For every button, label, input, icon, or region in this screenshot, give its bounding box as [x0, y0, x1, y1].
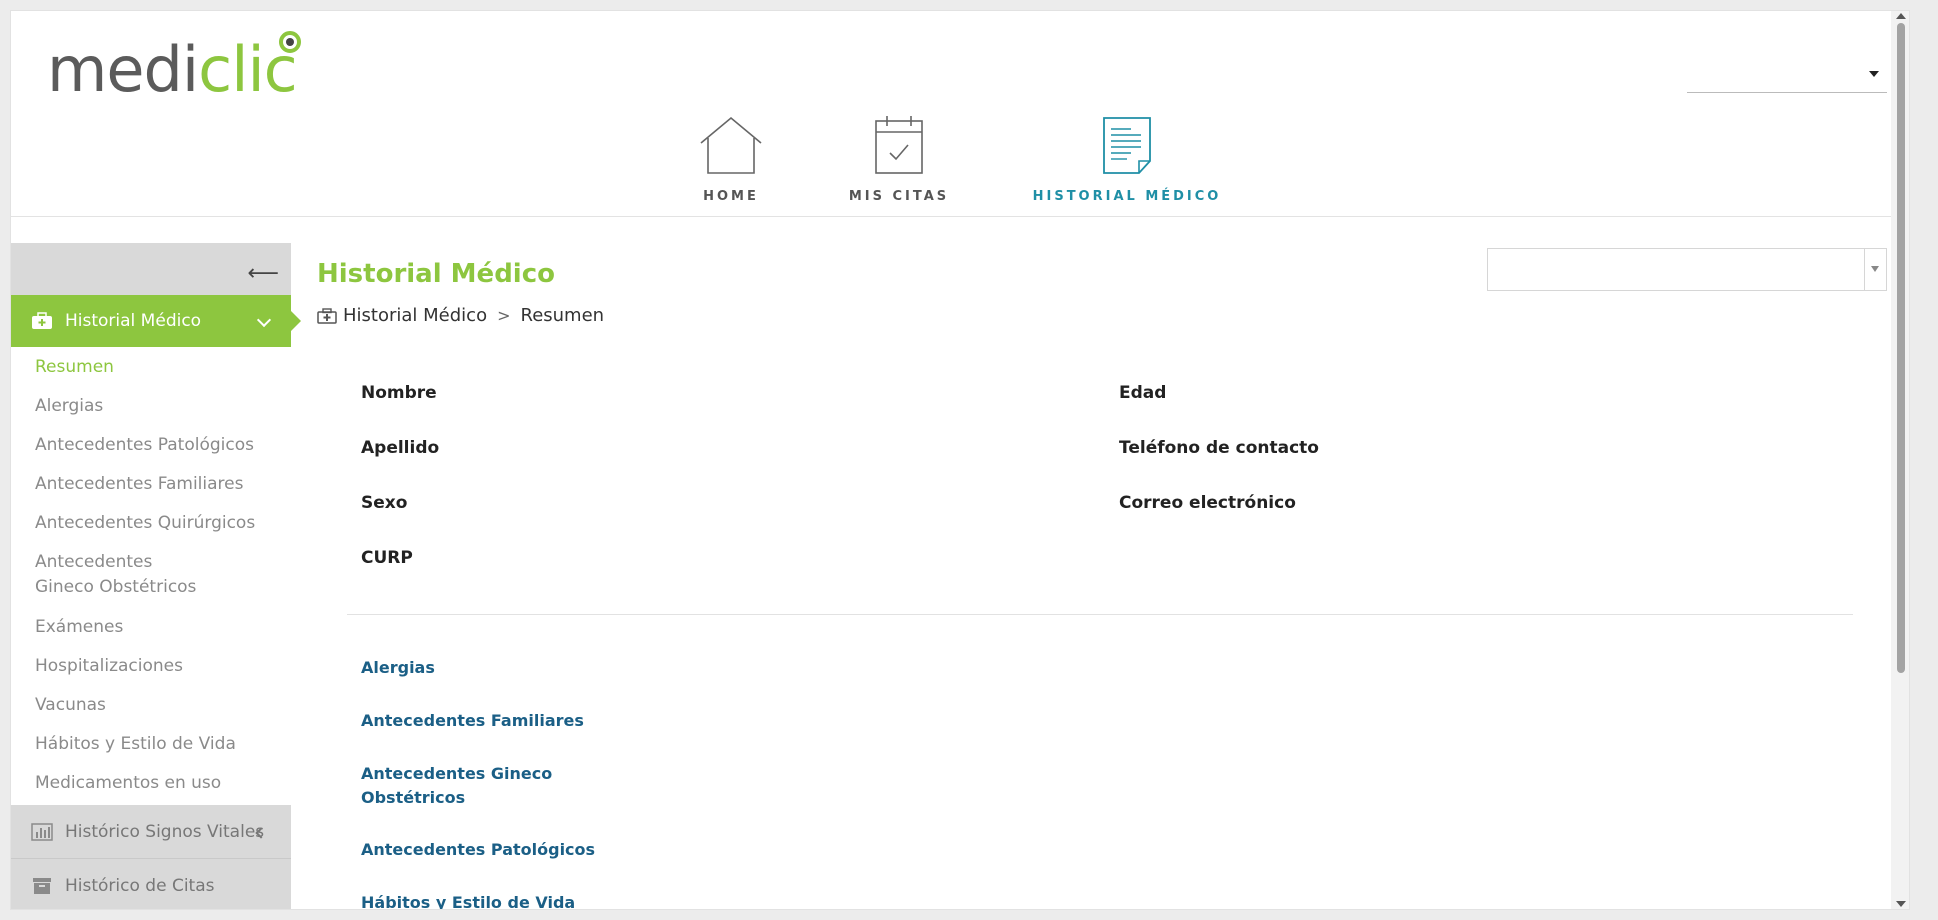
breadcrumb: Historial Médico > Resumen: [317, 305, 604, 326]
sidebar-group-historico-citas[interactable]: Histórico de Citas: [11, 859, 291, 909]
medical-kit-icon: [317, 307, 337, 324]
nav-historial-medico[interactable]: HISTORIAL MÉDICO: [1027, 115, 1227, 204]
breadcrumb-current: Resumen: [520, 305, 605, 326]
bar-chart-icon: [31, 822, 53, 841]
link-antecedentes-patologicos[interactable]: Antecedentes Patológicos: [361, 838, 595, 862]
scrollbar-thumb[interactable]: [1897, 23, 1905, 673]
user-menu-dropdown[interactable]: [1687, 57, 1887, 93]
breadcrumb-separator: >: [497, 306, 511, 325]
medical-kit-icon: [32, 312, 52, 329]
nav-mis-citas-label: MIS CITAS: [848, 189, 950, 204]
sidebar-item-examenes[interactable]: Exámenes: [11, 615, 291, 639]
caret-down-icon: [1869, 71, 1879, 77]
sidebar-item-alergias[interactable]: Alergias: [11, 394, 291, 418]
sidebar-item-vacunas[interactable]: Vacunas: [11, 693, 291, 717]
collapse-arrow-icon[interactable]: ⟵: [247, 261, 279, 286]
link-antecedentes-familiares[interactable]: Antecedentes Familiares: [361, 709, 584, 733]
nav-home-label: HOME: [703, 189, 759, 204]
sidebar-item-habitos[interactable]: Hábitos y Estilo de Vida: [11, 732, 291, 756]
sidebar-item-antecedentes-familiares[interactable]: Antecedentes Familiares: [11, 472, 291, 496]
document-icon: [1103, 117, 1151, 174]
sidebar-item-antecedentes-quirurgicos[interactable]: Antecedentes Quirúrgicos: [11, 511, 291, 535]
scroll-up-icon[interactable]: [1896, 13, 1906, 19]
calendar-check-icon: [875, 116, 923, 174]
logo-text-medi: medi: [47, 33, 199, 106]
header-divider: [11, 216, 1909, 217]
sidebar-section-historial-medico[interactable]: Historial Médico: [11, 295, 301, 347]
field-label-apellido: Apellido: [361, 438, 440, 458]
link-habitos-estilo-vida[interactable]: Hábitos y Estilo de Vida: [361, 891, 575, 909]
field-label-nombre: Nombre: [361, 383, 437, 403]
page-title: Historial Médico: [317, 259, 555, 289]
sidebar-item-antecedentes-gineco-obstetricos[interactable]: Antecedentes Gineco Obstétricos: [11, 550, 221, 600]
link-antecedentes-gineco-obstetricos[interactable]: Antecedentes Gineco Obstétricos: [361, 762, 561, 810]
logo-text-clic: clic: [198, 31, 301, 106]
sidebar-section-label: Historial Médico: [65, 311, 202, 331]
logo-eye-icon: [278, 31, 301, 53]
archive-icon: [33, 878, 51, 894]
sidebar-item-hospitalizaciones[interactable]: Hospitalizaciones: [11, 654, 291, 678]
field-label-edad: Edad: [1119, 383, 1167, 403]
select-arrow-icon: [1864, 249, 1886, 290]
scroll-down-icon[interactable]: [1896, 901, 1906, 907]
sidebar-group-label: Histórico de Citas: [65, 876, 215, 896]
sidebar-item-medicamentos[interactable]: Medicamentos en uso: [11, 771, 291, 795]
field-label-sexo: Sexo: [361, 493, 408, 513]
sidebar-item-antecedentes-patologicos[interactable]: Antecedentes Patológicos: [11, 433, 291, 457]
sidebar-item-resumen[interactable]: Resumen: [11, 355, 291, 379]
vertical-scrollbar[interactable]: [1891, 11, 1909, 909]
field-label-curp: CURP: [361, 548, 413, 568]
field-label-correo: Correo electrónico: [1119, 493, 1296, 513]
nav-historial-medico-label: HISTORIAL MÉDICO: [1032, 189, 1222, 204]
sidebar-collapse-bar: ⟵: [11, 243, 291, 295]
field-label-telefono: Teléfono de contacto: [1119, 438, 1319, 458]
breadcrumb-root[interactable]: Historial Médico: [343, 305, 487, 326]
sidebar: ⟵ Historial Médico Resumen Alergias Ante…: [11, 243, 301, 909]
home-icon: [700, 116, 762, 174]
section-divider: [347, 614, 1853, 615]
link-alergias[interactable]: Alergias: [361, 656, 435, 680]
sidebar-group-signos-vitales[interactable]: Histórico Signos Vitales: [11, 805, 291, 859]
patient-select[interactable]: [1487, 248, 1887, 291]
nav-home[interactable]: HOME: [681, 115, 781, 204]
sidebar-submenu: Resumen Alergias Antecedentes Patológico…: [11, 347, 291, 805]
mediclic-logo[interactable]: mediclic: [47, 31, 301, 101]
nav-mis-citas[interactable]: MIS CITAS: [839, 115, 959, 204]
app-window: mediclic HOME MIS CITAS HISTORIAL MÉDICO…: [10, 10, 1910, 910]
chevron-down-icon: [256, 312, 272, 328]
sidebar-group-label: Histórico Signos Vitales: [65, 821, 265, 842]
top-navigation: HOME MIS CITAS HISTORIAL MÉDICO: [11, 115, 1909, 225]
